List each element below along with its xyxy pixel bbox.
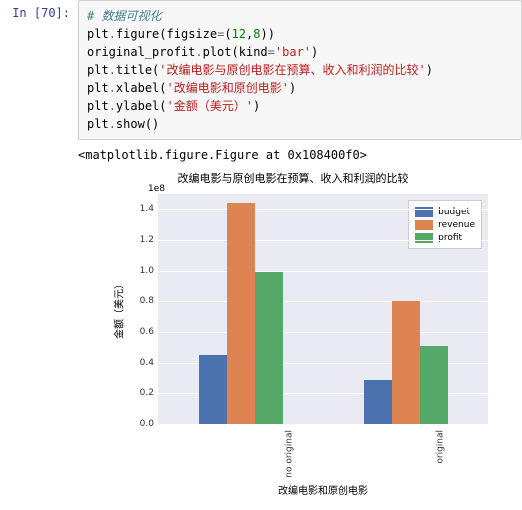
chart-title: 改编电影与原创电影在预算、收入和利润的比较 — [78, 170, 508, 186]
y-tick-label: 0.6 — [140, 327, 154, 337]
legend-label: profit — [438, 233, 462, 243]
input-prompt: In [70]: — [0, 0, 78, 140]
gridline — [158, 301, 488, 302]
legend-label: budget — [438, 207, 470, 217]
x-tick-label: no original — [284, 430, 294, 478]
output-repr: <matplotlib.figure.Figure at 0x108400f0> — [78, 140, 522, 166]
y-tick-label: 1.2 — [140, 235, 154, 245]
code-input[interactable]: # 数据可视化 plt.figure(figsize=(12,8)) origi… — [78, 0, 522, 140]
chart: 改编电影与原创电影在预算、收入和利润的比较 1e8 budget revenue… — [78, 170, 508, 500]
gridline — [158, 332, 488, 333]
plot-area: budget revenue profit — [158, 194, 488, 424]
y-exponent-label: 1e8 — [148, 184, 165, 194]
legend-item-budget: budget — [415, 205, 475, 218]
y-tick-label: 0.8 — [140, 296, 154, 306]
y-tick-label: 1.4 — [140, 204, 154, 214]
gridline — [158, 271, 488, 272]
swatch-profit — [415, 233, 433, 243]
swatch-revenue — [415, 220, 433, 230]
legend: budget revenue profit — [408, 200, 482, 249]
y-axis-label: 金额（美元） — [111, 279, 126, 339]
y-tick-label: 0.2 — [140, 388, 154, 398]
gridline — [158, 240, 488, 241]
code-cell: In [70]: # 数据可视化 plt.figure(figsize=(12,… — [0, 0, 522, 140]
figure-output: 改编电影与原创电影在预算、收入和利润的比较 1e8 budget revenue… — [78, 166, 508, 510]
swatch-budget — [415, 207, 433, 217]
x-tick-label: original — [435, 430, 445, 464]
y-tick-label: 0.4 — [140, 358, 154, 368]
legend-item-revenue: revenue — [415, 218, 475, 231]
bar-revenue — [392, 301, 420, 424]
gridline — [158, 209, 488, 210]
bar-budget — [364, 380, 392, 424]
bar-revenue — [227, 203, 255, 424]
x-axis-label: 改编电影和原创电影 — [158, 482, 488, 497]
gridline — [158, 424, 488, 425]
y-tick-label: 1.0 — [140, 266, 154, 276]
bar-profit — [420, 346, 448, 424]
legend-item-profit: profit — [415, 231, 475, 244]
bar-budget — [199, 355, 227, 424]
bar-profit — [255, 272, 283, 424]
legend-label: revenue — [438, 220, 475, 230]
y-tick-label: 0.0 — [140, 419, 154, 429]
